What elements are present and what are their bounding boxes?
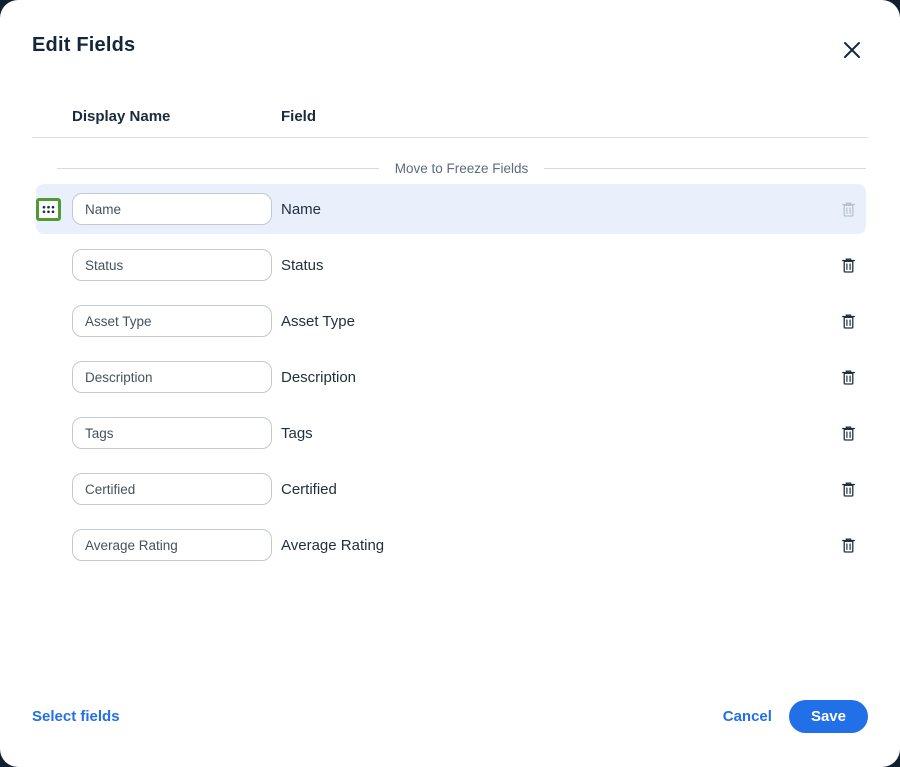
display-name-input[interactable] [72, 529, 272, 561]
edit-fields-modal: Edit Fields Display Name Field Move to F… [0, 0, 900, 767]
field-row: Certified [36, 464, 866, 514]
field-label: Name [281, 201, 321, 218]
modal-header: Edit Fields [32, 34, 868, 64]
close-icon[interactable] [840, 38, 864, 62]
delete-icon[interactable] [838, 479, 858, 499]
display-name-input[interactable] [72, 305, 272, 337]
field-row: Tags [36, 408, 866, 458]
delete-icon[interactable] [838, 423, 858, 443]
field-label: Status [281, 257, 324, 274]
field-row: Description [36, 352, 866, 402]
field-label: Tags [281, 425, 313, 442]
drag-handle-icon[interactable] [36, 198, 61, 221]
freeze-fields-divider: Move to Freeze Fields [57, 158, 866, 178]
delete-icon[interactable] [838, 367, 858, 387]
column-header-field: Field [281, 108, 316, 125]
field-label: Average Rating [281, 537, 384, 554]
field-label: Asset Type [281, 313, 355, 330]
field-label: Certified [281, 481, 337, 498]
divider-line-right [544, 168, 866, 169]
field-label: Description [281, 369, 356, 386]
select-fields-link[interactable]: Select fields [32, 708, 120, 725]
display-name-input[interactable] [72, 361, 272, 393]
x-icon [842, 40, 862, 60]
header-divider [32, 137, 868, 138]
field-row: Asset Type [36, 296, 866, 346]
display-name-input[interactable] [72, 417, 272, 449]
column-headers: Display Name Field [72, 108, 868, 125]
footer-actions: Cancel Save [723, 700, 868, 733]
field-row: Average Rating [36, 520, 866, 570]
page-title: Edit Fields [32, 34, 868, 57]
divider-line-left [57, 168, 379, 169]
freeze-fields-label: Move to Freeze Fields [395, 161, 529, 176]
cancel-button[interactable]: Cancel [723, 708, 772, 725]
field-row: Status [36, 240, 866, 290]
save-button[interactable]: Save [789, 700, 868, 733]
display-name-input[interactable] [72, 249, 272, 281]
delete-icon[interactable] [838, 255, 858, 275]
column-header-display-name: Display Name [72, 108, 281, 125]
display-name-input[interactable] [72, 193, 272, 225]
display-name-input[interactable] [72, 473, 272, 505]
field-row: Name [36, 184, 866, 234]
drag-handle-zone [36, 198, 72, 221]
delete-icon[interactable] [838, 311, 858, 331]
modal-footer: Select fields Cancel Save [32, 700, 868, 733]
field-rows-list: Name Status [36, 184, 866, 576]
delete-icon[interactable] [838, 199, 858, 219]
delete-icon[interactable] [838, 535, 858, 555]
